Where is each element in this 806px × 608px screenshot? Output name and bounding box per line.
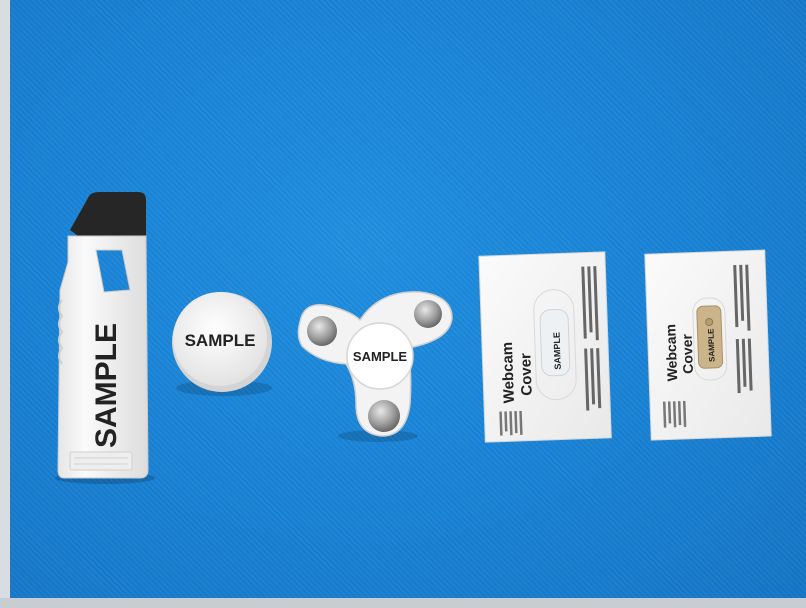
round-disc: SAMPLE bbox=[172, 292, 272, 396]
card-1-slider-label: SAMPLE bbox=[552, 332, 563, 370]
card-2-title-line1: Webcam bbox=[662, 324, 680, 382]
fidget-spinner: SAMPLE bbox=[297, 291, 453, 442]
card-1-title-line1: Webcam bbox=[499, 342, 518, 404]
products-layer: SAMPLE SAMPLE SAMPLE Webcam Cover SAMPLE… bbox=[55, 192, 772, 484]
card-2-slider-label: SAMPLE bbox=[706, 328, 716, 362]
spinner-weight-right bbox=[414, 300, 442, 328]
phone-stand: SAMPLE bbox=[55, 192, 155, 484]
webcam-cover-card-1: Webcam Cover SAMPLE bbox=[478, 251, 612, 443]
phone-stand-label: SAMPLE bbox=[90, 323, 123, 448]
card-1-instructions-bottom bbox=[584, 348, 602, 411]
phone-stand-foot bbox=[69, 451, 133, 471]
card-2-instructions-bottom bbox=[735, 338, 753, 394]
fidget-spinner-label: SAMPLE bbox=[353, 349, 408, 364]
spinner-weight-bottom bbox=[368, 400, 400, 432]
card-1-instructions-top bbox=[581, 266, 599, 341]
webcam-cover-card-2: Webcam Cover SAMPLE bbox=[644, 249, 772, 441]
card-1-title-line2: Cover bbox=[517, 353, 535, 396]
card-2-slider-hole bbox=[705, 318, 714, 327]
round-disc-label: SAMPLE bbox=[185, 331, 256, 350]
card-2-title-line2: Cover bbox=[679, 333, 696, 374]
spinner-weight-left bbox=[307, 316, 337, 346]
product-photo: SAMPLE SAMPLE SAMPLE Webcam Cover SAMPLE… bbox=[0, 0, 806, 608]
phone-stand-cap bbox=[70, 192, 146, 236]
